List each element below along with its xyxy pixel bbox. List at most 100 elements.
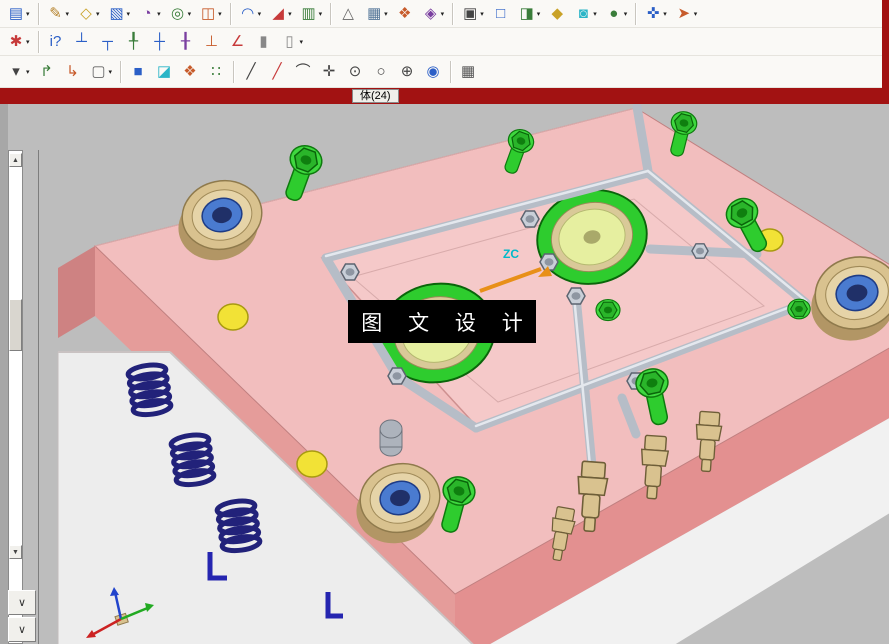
constraint-info-icon[interactable]: i? [43,30,69,54]
chamfer-icon[interactable]: ◢ ▾ [265,2,296,26]
pipe-nut[interactable] [387,367,407,385]
dropdown-arrow-icon[interactable]: ▾ [384,10,388,18]
mold-left-end-face[interactable] [58,246,95,338]
offset-surface-icon[interactable]: ◈ ▾ [418,2,449,26]
dim-baseline-icon[interactable]: ┬ [95,30,121,54]
sheet-body-icon[interactable]: ◪ [151,60,177,84]
facet-body-icon[interactable]: ❖ [177,60,203,84]
snap-settings-icon[interactable]: ✱ ▾ [3,30,34,54]
scroll-up-button[interactable]: ▲ [9,153,22,167]
dim-vertical-icon[interactable]: ┴ [69,30,95,54]
selection-filter-icon[interactable]: ▾ ▾ [3,60,34,84]
pipe-nut[interactable] [566,287,586,305]
window-cascade-icon-glyph: ▣ [463,4,478,22]
scale-bar-icon-glyph: ▯ [285,32,294,50]
dropdown-arrow-icon[interactable]: ▾ [26,68,30,76]
point-set-icon[interactable]: ∷ [203,60,229,84]
revolve-icon[interactable]: ◔ ▾ [134,2,165,26]
snap-center-icon[interactable]: ⊙ [342,60,368,84]
datum-plane-icon[interactable]: ◇ ▾ [73,2,104,26]
ruler-bar-icon[interactable]: ▮ [251,30,277,54]
dropdown-arrow-icon[interactable]: ▾ [319,10,323,18]
green-bolt-head[interactable] [595,298,621,322]
mold-3d-model[interactable] [0,104,889,644]
reorder-down-icon[interactable]: ↳ [60,60,86,84]
dropdown-arrow-icon[interactable]: ▾ [96,10,100,18]
boolean-unite-icon[interactable]: ◫ ▾ [195,2,226,26]
dropdown-arrow-icon[interactable]: ▾ [26,10,30,18]
dropdown-arrow-icon[interactable]: ▾ [188,10,192,18]
pattern-feature-icon[interactable]: ❖ [392,2,418,26]
cube-iso-icon[interactable]: ◆ [544,2,570,26]
triangle-mesh-icon[interactable]: △ [335,2,361,26]
graphics-viewport[interactable]: 图 文 设 计 ZC ▲ ▼ ∨ ∨ [0,104,889,644]
snap-mid-point-icon[interactable]: ╱ [264,60,290,84]
yellow-plug[interactable] [217,303,249,331]
snap-existing-point-icon[interactable]: ◉ [420,60,446,84]
green-bolt-head[interactable] [787,298,811,320]
toolbar-separator [450,60,452,83]
extrude-icon[interactable]: ▧ ▾ [104,2,135,26]
view-section-icon-glyph: ◨ [519,4,534,22]
snap-quadrant-icon[interactable]: ⊕ [394,60,420,84]
open-part-icon[interactable]: ▤ ▾ [3,2,34,26]
reorder-up-icon[interactable]: ↱ [34,60,60,84]
calculator-icon[interactable]: ▦ [455,60,481,84]
dropdown-arrow-icon[interactable]: ▾ [624,10,628,18]
scroll-thumb[interactable] [9,299,22,351]
dropdown-arrow-icon[interactable]: ▾ [288,10,292,18]
pipe-nut[interactable] [691,243,709,259]
window-cascade-icon[interactable]: ▣ ▾ [457,2,488,26]
dim-offset-icon[interactable]: ┼ [147,30,173,54]
transform-icon[interactable]: ➤ ▾ [671,2,702,26]
dropdown-arrow-icon[interactable]: ▾ [593,10,597,18]
cube-shaded-icon[interactable]: ◙ ▾ [570,2,601,26]
snap-arc-icon[interactable]: ⌒ [290,60,316,84]
dropdown-arrow-icon[interactable]: ▾ [441,10,445,18]
dropdown-arrow-icon[interactable]: ▾ [694,10,698,18]
pipe-nut[interactable] [539,253,559,271]
pipe-nut[interactable] [340,263,360,281]
pipe-nut[interactable] [520,210,540,228]
dim-perpendicular-icon[interactable]: ⊥ [199,30,225,54]
panel-scroll-down-button-2[interactable]: ∨ [8,617,36,642]
move-object-icon[interactable]: ✜ ▾ [640,2,671,26]
dim-stack-icon[interactable]: ╂ [173,30,199,54]
edge-blend-icon-glyph: ◠ [241,4,255,22]
dropdown-arrow-icon[interactable]: ▾ [109,68,113,76]
sketch-icon[interactable]: ✎ ▾ [43,2,74,26]
marquee-select-icon[interactable]: ▢ ▾ [86,60,117,84]
view-section-icon[interactable]: ◨ ▾ [514,2,545,26]
dim-offset-icon-glyph: ┼ [154,32,165,50]
edge-blend-icon[interactable]: ◠ ▾ [235,2,266,26]
dropdown-arrow-icon[interactable]: ▾ [663,10,667,18]
snap-intersection-icon[interactable]: ✛ [316,60,342,84]
hole-icon[interactable]: ◎ ▾ [165,2,196,26]
yellow-plug[interactable] [296,450,328,478]
scale-bar-icon[interactable]: ▯ ▾ [277,30,308,54]
dropdown-arrow-icon[interactable]: ▾ [480,10,484,18]
dropdown-arrow-icon[interactable]: ▾ [66,10,70,18]
shell-icon[interactable]: ▥ ▾ [296,2,327,26]
grid-table-icon[interactable]: ▦ ▾ [361,2,392,26]
window-new-icon[interactable]: □ [488,2,514,26]
dropdown-arrow-icon[interactable]: ▾ [537,10,541,18]
reorder-down-icon-glyph: ↳ [66,62,79,80]
snap-existing-point-icon-glyph: ◉ [426,62,440,80]
snap-circle-icon[interactable]: ○ [368,60,394,84]
dim-angle-icon[interactable]: ∠ [225,30,251,54]
solid-body-icon[interactable]: ■ [125,60,151,84]
dropdown-arrow-icon[interactable]: ▾ [26,38,30,46]
dropdown-arrow-icon[interactable]: ▾ [157,10,161,18]
dropdown-arrow-icon[interactable]: ▾ [300,38,304,46]
dim-align-icon[interactable]: ╀ [121,30,147,54]
support-pin[interactable] [379,419,403,457]
dropdown-arrow-icon[interactable]: ▾ [127,10,131,18]
scroll-down-button[interactable]: ▼ [9,545,22,559]
render-style-icon[interactable]: ● ▾ [601,2,632,26]
dropdown-arrow-icon[interactable]: ▾ [258,10,262,18]
dropdown-arrow-icon[interactable]: ▾ [218,10,222,18]
snap-end-point-icon[interactable]: ╱ [238,60,264,84]
resource-panel-scrollbar[interactable]: ▲ ▼ [8,150,23,644]
panel-scroll-down-button-1[interactable]: ∨ [8,590,36,615]
